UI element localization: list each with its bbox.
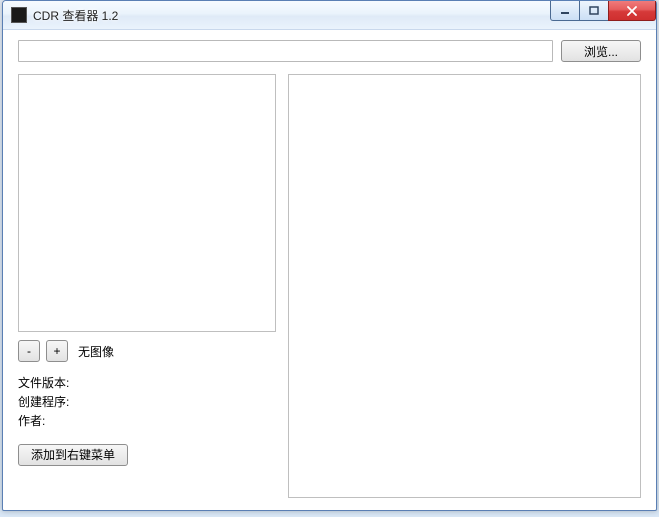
app-window: CDR 查看器 1.2 浏览... <box>2 0 657 511</box>
client-area: 浏览... - + 无图像 文件版本: 创建程序: <box>3 30 656 510</box>
file-info: 文件版本: 创建程序: 作者: <box>18 374 276 432</box>
author-label: 作者: <box>18 414 45 428</box>
window-title: CDR 查看器 1.2 <box>33 7 118 24</box>
thumbnail-panel <box>18 74 276 332</box>
file-path-input[interactable] <box>18 40 553 62</box>
author-row: 作者: <box>18 412 276 431</box>
file-version-row: 文件版本: <box>18 374 276 393</box>
no-image-label: 无图像 <box>78 343 114 360</box>
browse-button[interactable]: 浏览... <box>561 40 641 62</box>
zoom-in-button[interactable]: + <box>46 340 68 362</box>
add-context-menu-button[interactable]: 添加到右键菜单 <box>18 444 128 466</box>
title-bar[interactable]: CDR 查看器 1.2 <box>3 1 656 30</box>
window-controls <box>551 1 656 21</box>
minimize-icon <box>560 6 570 16</box>
maximize-icon <box>589 6 599 16</box>
path-row: 浏览... <box>18 40 641 62</box>
zoom-controls: - + 无图像 <box>18 340 276 362</box>
file-version-label: 文件版本: <box>18 376 69 390</box>
creator-label: 创建程序: <box>18 395 69 409</box>
context-menu-row: 添加到右键菜单 <box>18 444 276 466</box>
close-icon <box>626 6 638 16</box>
app-icon <box>11 7 27 23</box>
zoom-out-button[interactable]: - <box>18 340 40 362</box>
body-row: - + 无图像 文件版本: 创建程序: 作者: <box>18 74 641 498</box>
maximize-button[interactable] <box>579 1 609 21</box>
creator-row: 创建程序: <box>18 393 276 412</box>
left-column: - + 无图像 文件版本: 创建程序: 作者: <box>18 74 276 498</box>
minimize-button[interactable] <box>550 1 580 21</box>
close-button[interactable] <box>608 1 656 21</box>
preview-panel <box>288 74 641 498</box>
